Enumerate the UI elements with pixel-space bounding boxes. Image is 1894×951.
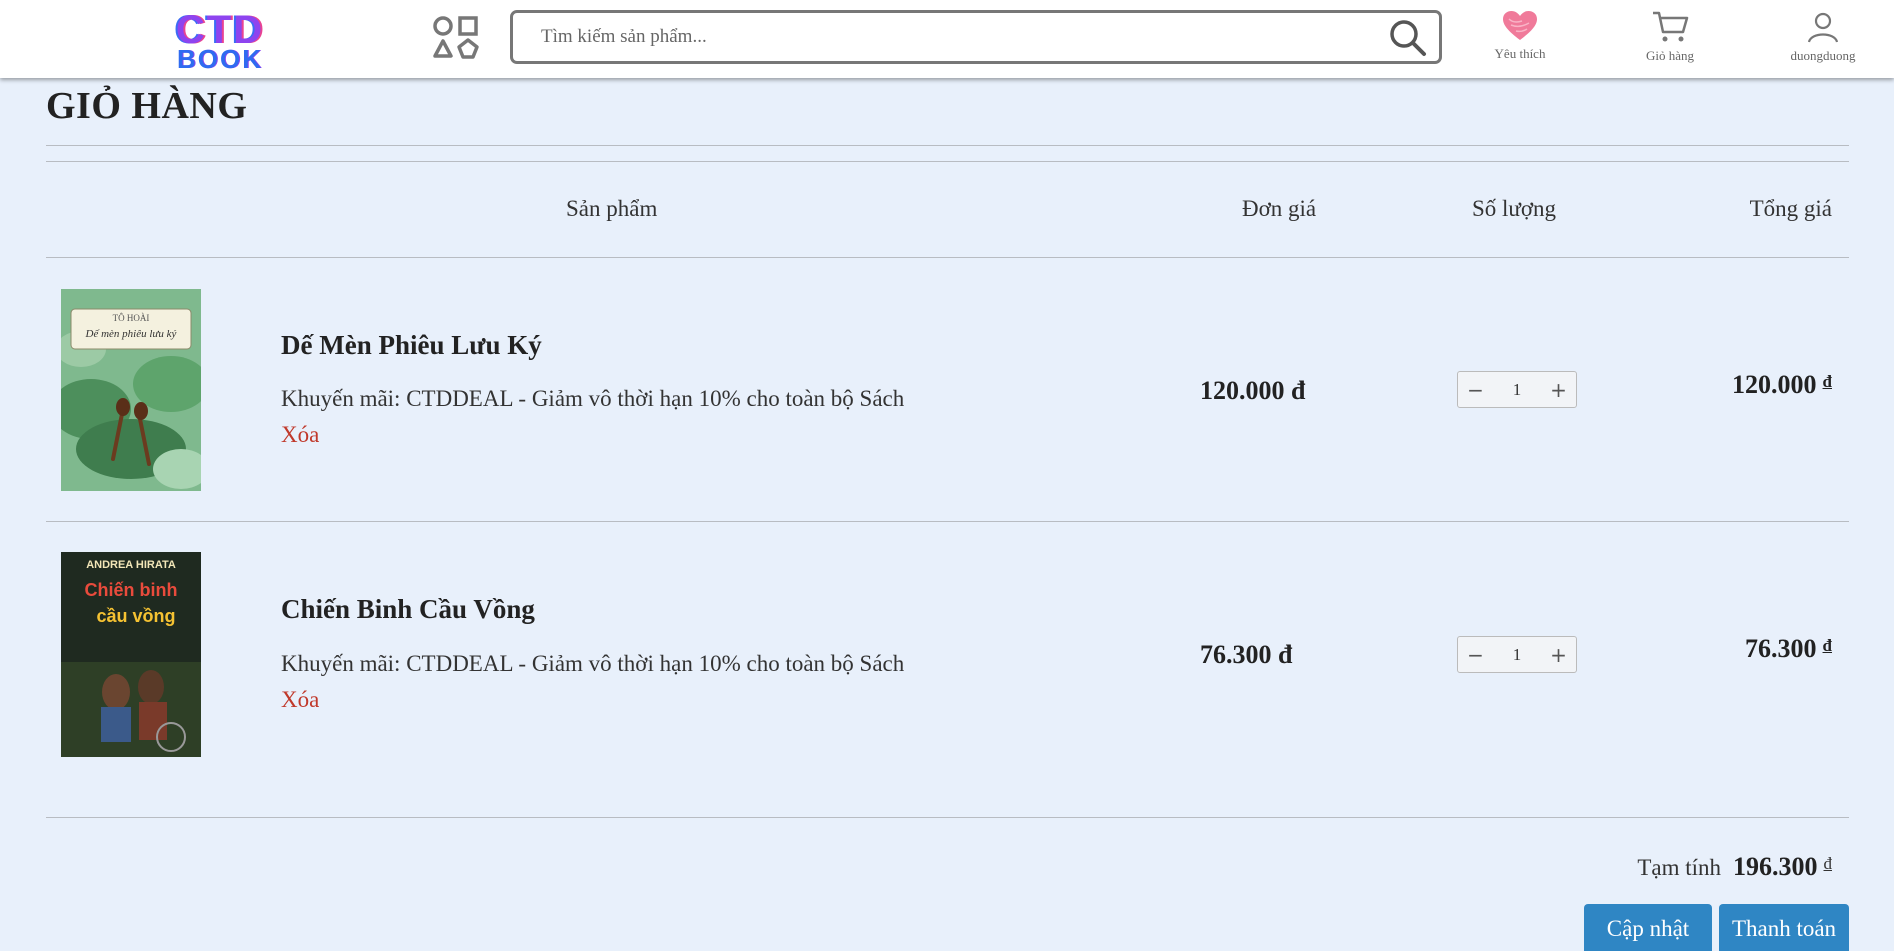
cart-item-promo: Khuyến mãi: CTDDEAL - Giảm vô thời hạn 1… bbox=[281, 386, 905, 411]
user-name-label: duongduong bbox=[1790, 48, 1856, 63]
subtotal-label: Tạm tính bbox=[1637, 855, 1721, 880]
column-header-total: Tổng giá bbox=[1749, 196, 1832, 221]
currency-symbol: đ bbox=[1822, 636, 1832, 655]
search-icon[interactable] bbox=[1389, 19, 1427, 57]
cart-item-name[interactable]: Dế Mèn Phiêu Lưu Ký bbox=[281, 330, 542, 361]
cart-link[interactable]: Giỏ hàng bbox=[1615, 10, 1725, 64]
currency-symbol: đ bbox=[1823, 854, 1833, 873]
user-account-link[interactable]: duongduong bbox=[1768, 10, 1878, 64]
divider bbox=[46, 145, 1849, 146]
cart-item-total-value: 76.300 bbox=[1745, 634, 1817, 663]
cover-author: TÔ HOÀI bbox=[113, 313, 150, 323]
search-bar bbox=[510, 10, 1442, 64]
decrease-quantity-button[interactable]: − bbox=[1458, 372, 1493, 407]
remove-item-button[interactable]: Xóa bbox=[281, 422, 319, 448]
wishlist-label: Yêu thích bbox=[1494, 46, 1546, 61]
divider bbox=[46, 161, 1849, 162]
subtotal: Tạm tính 196.300 đ bbox=[1637, 852, 1832, 882]
quantity-value[interactable]: 1 bbox=[1493, 380, 1541, 400]
column-header-unit-price: Đơn giá bbox=[1242, 196, 1317, 221]
checkout-button[interactable]: Thanh toán bbox=[1719, 904, 1849, 951]
cart-icon bbox=[1653, 11, 1689, 42]
quantity-value[interactable]: 1 bbox=[1493, 645, 1541, 665]
categories-icon[interactable] bbox=[432, 15, 480, 59]
cover-title-line2: cầu vồng bbox=[96, 606, 175, 626]
subtotal-value: 196.300 bbox=[1733, 852, 1818, 881]
page-title: GIỎ HÀNG bbox=[46, 85, 248, 127]
cover-title: Dế mèn phiêu lưu ký bbox=[85, 328, 177, 340]
cart-item-total: 120.000 đ bbox=[1732, 370, 1832, 400]
search-input[interactable] bbox=[541, 23, 1361, 51]
decrease-quantity-button[interactable]: − bbox=[1458, 637, 1493, 672]
book-cover-de-men[interactable]: TÔ HOÀI Dế mèn phiêu lưu ký bbox=[61, 289, 201, 491]
cart-label: Giỏ hàng bbox=[1645, 48, 1695, 63]
currency-symbol: đ bbox=[1822, 372, 1832, 391]
increase-quantity-button[interactable]: + bbox=[1541, 637, 1576, 672]
book-cover-chien-binh[interactable]: ANDREA HIRATA Chiến binh cầu vồng bbox=[61, 552, 201, 757]
quantity-stepper: − 1 + bbox=[1457, 636, 1577, 673]
column-header-product: Sản phẩm bbox=[566, 196, 658, 221]
cart-item-name[interactable]: Chiến Binh Cầu Vồng bbox=[281, 594, 535, 625]
quantity-stepper: − 1 + bbox=[1457, 371, 1577, 408]
logo-line-2: BOOK bbox=[177, 44, 263, 74]
remove-item-button[interactable]: Xóa bbox=[281, 687, 319, 713]
cart-item-total-value: 120.000 bbox=[1732, 370, 1817, 399]
divider bbox=[46, 521, 1849, 522]
cart-item-unit-price: 120.000 đ bbox=[1200, 376, 1306, 405]
cover-title-line1: Chiến binh bbox=[85, 580, 178, 600]
cart-item-total: 76.300 đ bbox=[1745, 634, 1832, 664]
cover-author: ANDREA HIRATA bbox=[86, 559, 176, 571]
heart-icon bbox=[1503, 11, 1537, 40]
top-header: CTD BOOK Yêu thích Giỏ hàng bbox=[0, 0, 1894, 78]
update-cart-button[interactable]: Cập nhật bbox=[1584, 904, 1712, 951]
cart-item-unit-price: 76.300 đ bbox=[1200, 640, 1293, 669]
wishlist-link[interactable]: Yêu thích bbox=[1465, 10, 1575, 62]
cart-item-promo: Khuyến mãi: CTDDEAL - Giảm vô thời hạn 1… bbox=[281, 651, 905, 676]
column-header-quantity: Số lượng bbox=[1472, 196, 1557, 221]
ctd-book-logo[interactable]: CTD BOOK bbox=[155, 10, 285, 72]
user-icon bbox=[1807, 12, 1839, 43]
increase-quantity-button[interactable]: + bbox=[1541, 372, 1576, 407]
divider bbox=[46, 817, 1849, 818]
divider bbox=[46, 257, 1849, 258]
